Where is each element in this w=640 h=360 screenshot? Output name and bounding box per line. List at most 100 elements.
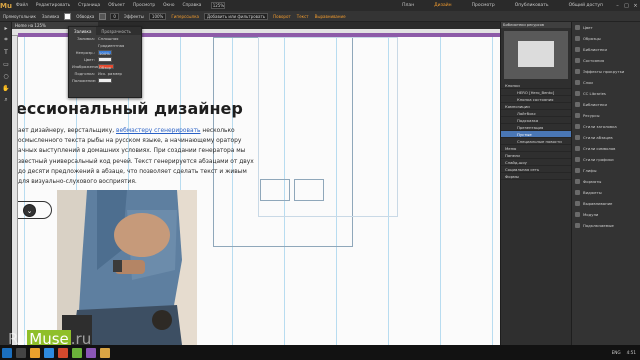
fitting-label: Подгонка: <box>74 71 95 76</box>
menu-page[interactable]: Страница <box>74 3 104 8</box>
app-icon[interactable] <box>86 347 96 358</box>
library-item[interactable]: Кнопка состояния <box>501 96 571 103</box>
ctrl-effects[interactable]: Эффекты <box>121 14 147 19</box>
menu-file[interactable]: Файл <box>12 3 32 8</box>
menu-view[interactable]: Просмотр <box>129 3 159 8</box>
app-icon[interactable] <box>58 347 68 358</box>
library-item[interactable]: Меню <box>501 145 571 152</box>
library-item[interactable]: Формы <box>501 173 571 180</box>
panel-tab[interactable]: Образцы <box>572 33 640 44</box>
panel-tab[interactable]: Цвет <box>572 22 640 33</box>
ctrl-rotate[interactable]: Поворот <box>270 14 294 19</box>
menu-window[interactable]: Окно <box>159 3 178 8</box>
panel-tab[interactable]: CC Libraries <box>572 88 640 99</box>
library-item[interactable]: Панели <box>501 152 571 159</box>
close-icon[interactable]: × <box>631 3 640 9</box>
library-item[interactable]: Лайтбокс <box>501 110 571 117</box>
browser-icon[interactable] <box>44 347 54 358</box>
person-photo[interactable] <box>57 190 197 345</box>
panel-tab[interactable]: Выравнивание <box>572 198 640 209</box>
menu-edit[interactable]: Редактировать <box>32 3 74 8</box>
library-item[interactable]: HERO [Hero_Bento] <box>501 89 571 96</box>
crop-tool-icon[interactable]: ⌗ <box>0 34 12 46</box>
opacity-field[interactable]: 100% <box>148 12 167 20</box>
panel-tab[interactable]: Стили заголовка <box>572 121 640 132</box>
panel-tab[interactable]: Библиотеки <box>572 44 640 55</box>
panel-tab[interactable]: Состояния <box>572 55 640 66</box>
ctrl-fill[interactable]: Заливка <box>39 14 62 19</box>
library-item[interactable]: Социальная сеть <box>501 166 571 173</box>
tab-preview[interactable]: Просмотр <box>462 3 505 8</box>
maximize-icon[interactable]: □ <box>622 3 631 9</box>
panel-tab[interactable]: Эффекты прокрутки <box>572 66 640 77</box>
panel-tab[interactable]: Стили символов <box>572 143 640 154</box>
zoom-select[interactable]: 125% <box>211 2 226 9</box>
library-item[interactable]: Композиции <box>501 103 571 110</box>
color-swatch[interactable] <box>98 57 112 62</box>
tab-publish[interactable]: Опубликовать <box>505 3 559 8</box>
image-browse-button[interactable]: Обзор <box>98 64 114 70</box>
panel-icon <box>575 58 580 63</box>
scroll-down-button[interactable]: ⌄ <box>18 201 52 219</box>
panel-tab[interactable]: Модули <box>572 209 640 220</box>
panel-tab[interactable]: Стили абзацев <box>572 132 640 143</box>
panel-label: Эффекты прокрутки <box>583 69 625 74</box>
library-item[interactable]: Кнопки <box>501 82 571 89</box>
language-indicator[interactable]: ENG <box>612 350 621 355</box>
panel-tab[interactable]: Ресурсы <box>572 110 640 121</box>
clock[interactable]: 4:51 <box>627 350 636 355</box>
library-item[interactable]: Пустые <box>501 131 571 138</box>
minimize-icon[interactable]: – <box>613 3 622 9</box>
panel-tab[interactable]: Виджеты <box>572 187 640 198</box>
library-item[interactable]: Презентация <box>501 124 571 131</box>
opacity-input[interactable]: 100% <box>98 50 112 56</box>
menu-help[interactable]: Справка <box>179 3 206 8</box>
fill-swatch[interactable] <box>64 12 72 20</box>
fitting-select[interactable]: Исх. размер <box>98 71 122 76</box>
position-grid[interactable] <box>98 78 112 83</box>
panel-tab[interactable]: Стили графики <box>572 154 640 165</box>
ctrl-hyperlinks[interactable]: Гиперссылка <box>168 14 202 19</box>
ctrl-text[interactable]: Текст <box>294 14 312 19</box>
tab-plan[interactable]: План <box>392 3 424 8</box>
ctrl-align[interactable]: Выравнивание <box>312 14 349 19</box>
panel-label: Форматы <box>583 179 602 184</box>
text-tool-icon[interactable]: T <box>0 46 12 58</box>
fill-gradient-option[interactable]: Градиентная <box>98 43 124 48</box>
panel-icon <box>575 212 580 217</box>
panel-label: Библиотеки <box>583 47 607 52</box>
search-icon[interactable] <box>16 347 26 358</box>
ctrl-stroke[interactable]: Обводка <box>73 14 97 19</box>
filter-field[interactable]: Добавить или фильтровать <box>203 12 269 20</box>
outline-frame[interactable] <box>258 37 398 217</box>
panel-tab[interactable]: Форматы <box>572 176 640 187</box>
explorer-icon[interactable] <box>30 347 40 358</box>
page-heading[interactable]: ессиональный дизайнер <box>18 99 243 118</box>
stroke-swatch[interactable] <box>99 12 107 20</box>
hand-tool-icon[interactable]: ✋ <box>0 82 12 94</box>
selection-tool-icon[interactable]: ▸ <box>0 22 12 34</box>
rectangle-tool-icon[interactable]: ▭ <box>0 58 12 70</box>
panel-tab[interactable]: Слои <box>572 77 640 88</box>
menu-object[interactable]: Объект <box>104 3 129 8</box>
library-item[interactable]: Подсказка <box>501 117 571 124</box>
paragraph-link[interactable]: вебмастеру сгенерировать <box>116 128 201 134</box>
tab-transparency[interactable]: Прозрачность <box>96 27 135 35</box>
stroke-width-field[interactable]: 0 <box>110 12 119 20</box>
library-item[interactable]: Специальные новости <box>501 138 571 145</box>
fill-solid-option[interactable]: Сплошная <box>98 36 118 41</box>
menu-bar: Mu Файл Редактировать Страница Объект Пр… <box>0 0 640 11</box>
panel-tab[interactable]: Подключаемые <box>572 220 640 231</box>
panel-tab[interactable]: Глифы <box>572 165 640 176</box>
body-paragraph[interactable]: ает дизайнеру, верстальщику, вебмастеру … <box>18 126 254 187</box>
panel-tab[interactable]: Библиотеки <box>572 99 640 110</box>
tab-design[interactable]: Дизайн <box>424 3 461 8</box>
muse-icon[interactable] <box>100 347 110 358</box>
library-item[interactable]: Слайд-шоу <box>501 159 571 166</box>
tab-fill[interactable]: Заливка <box>69 27 97 35</box>
start-icon[interactable] <box>2 347 12 358</box>
share-button[interactable]: Общий доступ <box>559 3 613 8</box>
app-icon[interactable] <box>72 347 82 358</box>
zoom-tool-icon[interactable]: ⌕ <box>0 94 12 106</box>
ellipse-tool-icon[interactable]: ○ <box>0 70 12 82</box>
